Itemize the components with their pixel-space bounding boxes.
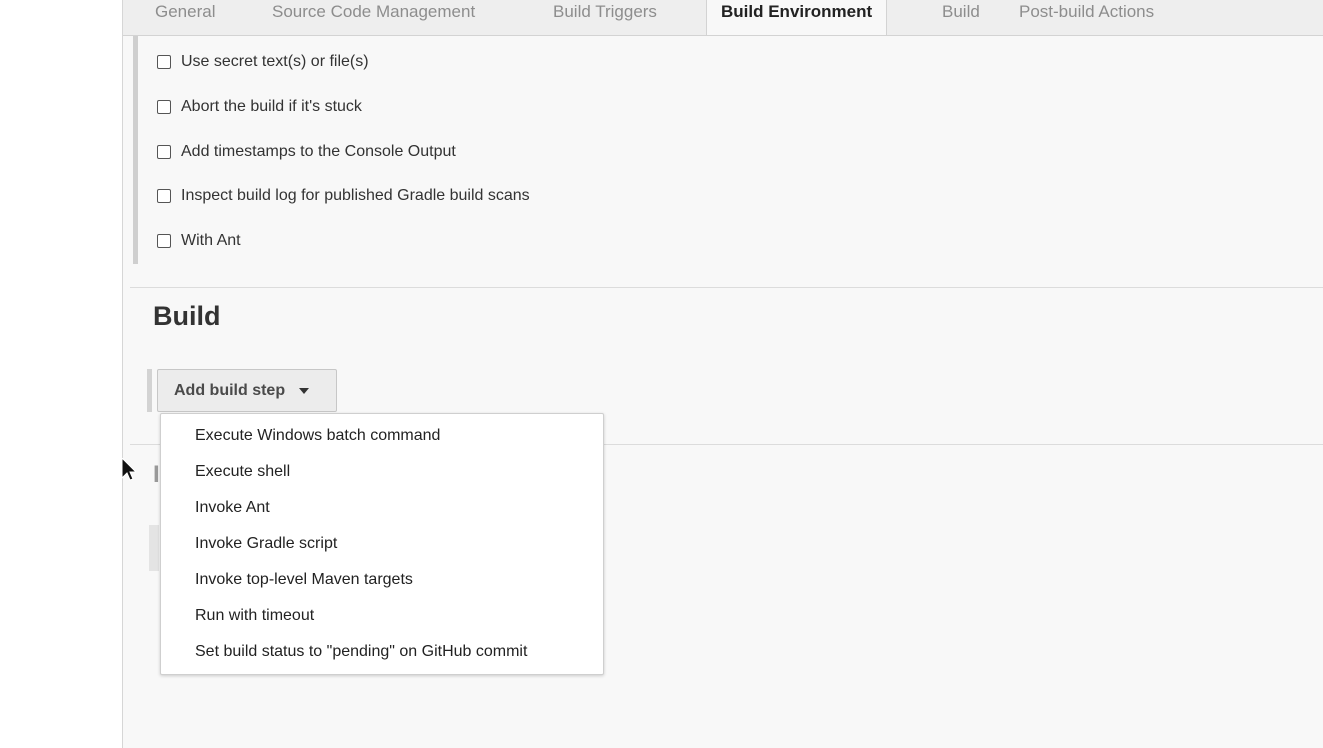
option-label: Add timestamps to the Console Output: [181, 143, 456, 160]
checkbox-with-ant[interactable]: [157, 234, 171, 248]
option-label: Use secret text(s) or file(s): [181, 53, 369, 70]
option-inspect-gradle-scans[interactable]: Inspect build log for published Gradle b…: [157, 186, 530, 206]
checkbox-abort-if-stuck[interactable]: [157, 100, 171, 114]
tab-source-code-management[interactable]: Source Code Management: [272, 0, 475, 24]
tab-build[interactable]: Build: [942, 0, 980, 24]
config-tab-bar: General Source Code Management Build Tri…: [123, 0, 1323, 36]
menu-item-invoke-maven[interactable]: Invoke top-level Maven targets: [195, 569, 413, 591]
tab-general[interactable]: General: [155, 0, 215, 24]
post-build-heading-hidden: I: [153, 461, 160, 488]
checkbox-add-timestamps[interactable]: [157, 145, 171, 159]
option-label: Inspect build log for published Gradle b…: [181, 187, 530, 204]
chevron-down-icon: [299, 387, 310, 394]
menu-item-invoke-gradle[interactable]: Invoke Gradle script: [195, 533, 337, 555]
mouse-pointer-icon: [122, 458, 136, 481]
menu-item-run-with-timeout[interactable]: Run with timeout: [195, 605, 314, 627]
menu-item-invoke-ant[interactable]: Invoke Ant: [195, 497, 270, 519]
tab-build-environment[interactable]: Build Environment: [706, 0, 888, 35]
checkbox-inspect-gradle-scans[interactable]: [157, 189, 171, 203]
option-label: With Ant: [181, 232, 241, 249]
option-with-ant[interactable]: With Ant: [157, 231, 241, 251]
menu-item-execute-windows-batch[interactable]: Execute Windows batch command: [195, 425, 440, 447]
build-environment-section: Use secret text(s) or file(s) Abort the …: [133, 36, 1323, 264]
tab-post-build-actions[interactable]: Post-build Actions: [1019, 0, 1154, 24]
add-build-step-menu: Execute Windows batch command Execute sh…: [160, 413, 604, 675]
option-use-secret[interactable]: Use secret text(s) or file(s): [157, 52, 369, 72]
menu-item-execute-shell[interactable]: Execute shell: [195, 461, 290, 483]
build-section-title: Build: [153, 301, 221, 331]
post-build-button-hidden: [149, 525, 159, 571]
job-config-panel: General Source Code Management Build Tri…: [122, 0, 1323, 748]
checkbox-use-secret[interactable]: [157, 55, 171, 69]
add-build-step-wrapper: Add build step: [147, 369, 337, 412]
option-abort-if-stuck[interactable]: Abort the build if it's stuck: [157, 97, 362, 117]
tab-build-triggers[interactable]: Build Triggers: [553, 0, 657, 24]
add-build-step-button[interactable]: Add build step: [157, 369, 337, 412]
option-add-timestamps[interactable]: Add timestamps to the Console Output: [157, 142, 456, 162]
section-divider: [130, 287, 1323, 288]
menu-item-set-github-status[interactable]: Set build status to "pending" on GitHub …: [195, 641, 527, 663]
option-label: Abort the build if it's stuck: [181, 98, 362, 115]
add-build-step-label: Add build step: [174, 381, 286, 399]
